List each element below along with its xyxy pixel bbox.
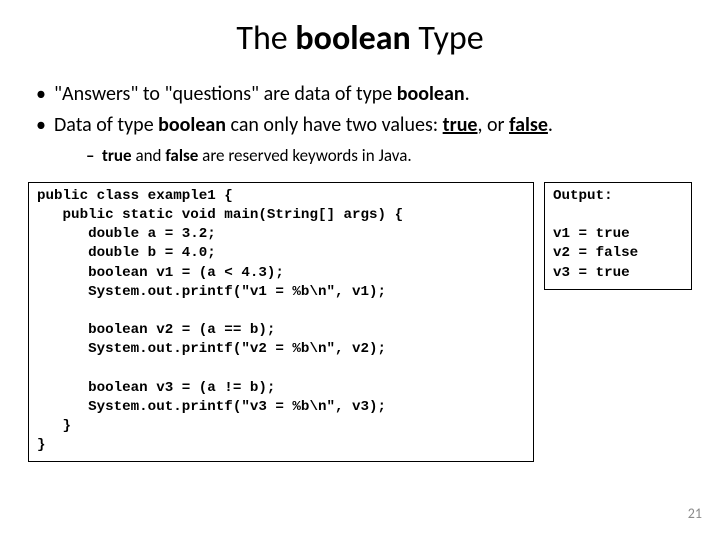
- title-post: Type: [411, 18, 484, 59]
- sub-bullet-list: true and false are reserved keywords in …: [86, 145, 692, 168]
- sub-bullet-item: true and false are reserved keywords in …: [86, 145, 692, 168]
- bullet-item: Data of type boolean can only have two v…: [36, 112, 692, 168]
- bullet-list: "Answers" to "questions" are data of typ…: [36, 81, 692, 168]
- slide-number: 21: [688, 505, 702, 522]
- slide-title: The boolean Type: [28, 18, 692, 59]
- title-bold: boolean: [295, 18, 410, 59]
- bullet-item: "Answers" to "questions" are data of typ…: [36, 81, 692, 108]
- title-pre: The: [236, 18, 295, 59]
- output-block: Output: v1 = true v2 = false v3 = true: [544, 182, 692, 290]
- content-columns: public class example1 { public static vo…: [28, 182, 692, 462]
- code-block: public class example1 { public static vo…: [28, 182, 534, 462]
